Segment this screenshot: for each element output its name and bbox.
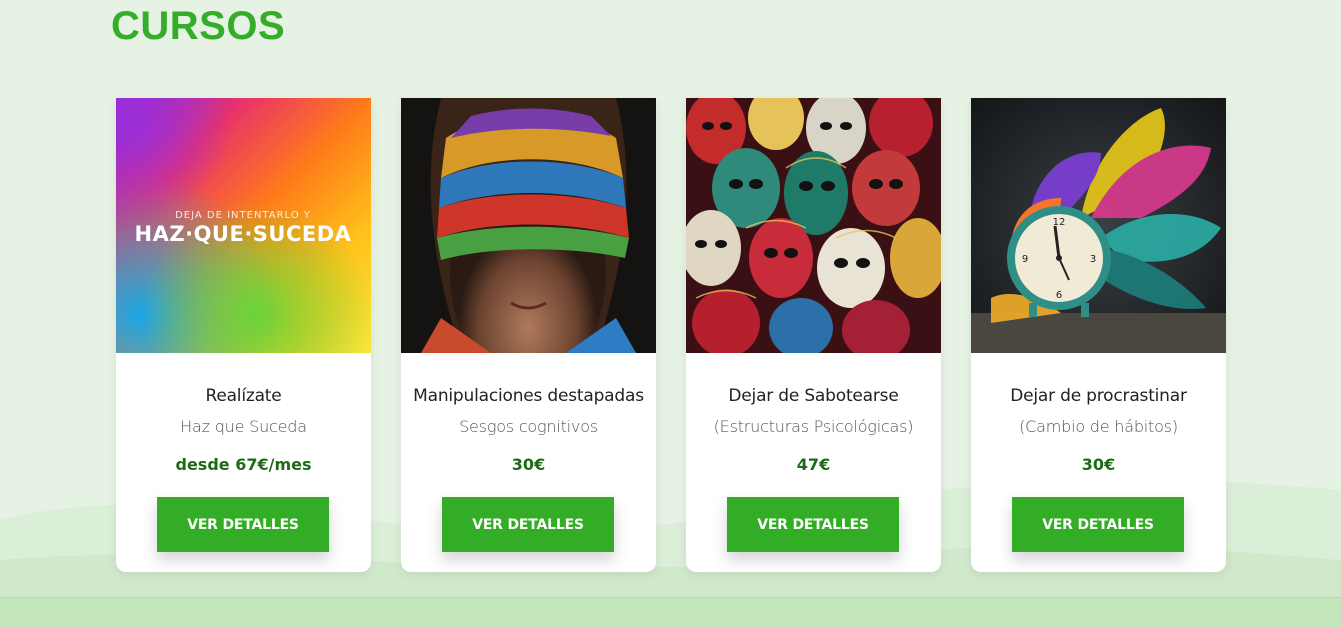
course-title: Realízate [205,386,282,406]
cover-small-text: DEJA DE INTENTARLO Y [175,210,311,221]
ver-detalles-button[interactable]: VER DETALLES [442,497,614,552]
course-subtitle: Haz que Suceda [180,417,307,436]
course-subtitle: Sesgos cognitivos [459,417,598,436]
course-card: 12 3 6 9 Dejar de procrastinar (Cambio d… [971,98,1226,572]
course-price: 47€ [796,455,831,474]
course-price: desde 67€/mes [175,455,312,474]
course-cards: DEJA DE INTENTARLO Y HAZ·QUE·SUCEDA Real… [116,98,1226,572]
cover-big-text: HAZ·QUE·SUCEDA [135,222,352,246]
svg-text:6: 6 [1056,290,1062,301]
course-subtitle: (Estructuras Psicológicas) [713,417,914,436]
section-title: CURSOS [111,4,286,48]
course-title: Dejar de Sabotearse [728,386,899,406]
ver-detalles-button[interactable]: VER DETALLES [727,497,899,552]
svg-text:9: 9 [1022,254,1028,265]
course-title: Dejar de procrastinar [1010,386,1187,406]
course-subtitle: (Cambio de hábitos) [1019,417,1178,436]
course-price: 30€ [1081,455,1116,474]
haz-que-suceda-cover[interactable]: DEJA DE INTENTARLO Y HAZ·QUE·SUCEDA [116,98,371,353]
carnival-masks-photo[interactable] [686,98,941,353]
svg-text:3: 3 [1090,254,1096,265]
course-card: Dejar de Sabotearse (Estructuras Psicoló… [686,98,941,572]
ver-detalles-button[interactable]: VER DETALLES [157,497,329,552]
course-title: Manipulaciones destapadas [413,386,644,406]
blindfolded-woman-photo[interactable] [401,98,656,353]
course-price: 30€ [511,455,546,474]
ver-detalles-button[interactable]: VER DETALLES [1012,497,1184,552]
footer-strip [0,597,1341,628]
alarm-clock-color-splash-photo[interactable]: 12 3 6 9 [971,98,1226,353]
course-card: DEJA DE INTENTARLO Y HAZ·QUE·SUCEDA Real… [116,98,371,572]
course-card: Manipulaciones destapadas Sesgos cogniti… [401,98,656,572]
